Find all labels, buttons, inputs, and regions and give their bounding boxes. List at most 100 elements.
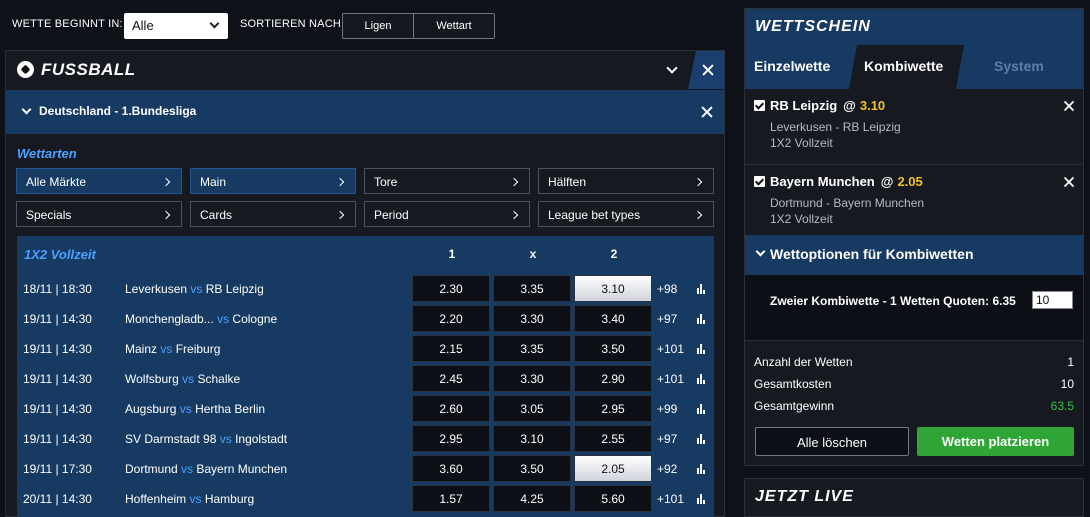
chevron-down-icon[interactable] <box>666 62 678 74</box>
odds-button-x[interactable]: 3.50 <box>493 455 571 482</box>
more-markets-link[interactable]: +92 <box>657 462 677 476</box>
start-filter-select[interactable]: Alle <box>124 13 228 39</box>
odds-button-2[interactable]: 2.95 <box>574 395 652 422</box>
chevron-right-icon <box>509 210 519 220</box>
table-row: 20/11 | 14:30 Hoffenheim vs Hamburg 1.57 4.… <box>17 483 714 513</box>
stats-icon[interactable] <box>697 284 706 294</box>
summary-label: Gesamtgewinn <box>754 399 835 413</box>
combo-options-title: Wettoptionen für Kombiwetten <box>770 246 974 262</box>
odds-button-x[interactable]: 3.05 <box>493 395 571 422</box>
bet-team: RB Leipzig <box>770 98 838 113</box>
remove-bet-icon[interactable] <box>1064 101 1075 112</box>
place-bets-button[interactable]: Wetten platzieren <box>917 427 1074 456</box>
odds-button-2[interactable]: 2.05 <box>574 455 652 482</box>
sort-ligen-button[interactable]: Ligen <box>342 13 414 39</box>
odds-button-1[interactable]: 2.20 <box>412 305 490 332</box>
odds-button-x[interactable]: 3.30 <box>493 365 571 392</box>
market-button[interactable]: League bet types <box>538 201 714 227</box>
more-markets-link[interactable]: +97 <box>657 312 677 326</box>
bet-fixture: Dortmund - Bayern Munchen <box>770 196 925 210</box>
market-button[interactable]: Hälften <box>538 168 714 194</box>
stake-input[interactable] <box>1032 291 1073 309</box>
stats-icon[interactable] <box>697 494 706 504</box>
bet-market: 1X2 Vollzeit <box>770 136 833 150</box>
chevron-right-icon <box>693 210 703 220</box>
more-markets-link[interactable]: +101 <box>657 342 684 356</box>
odds-button-1[interactable]: 2.60 <box>412 395 490 422</box>
stats-icon[interactable] <box>697 404 706 414</box>
odds-button-x[interactable]: 3.35 <box>493 275 571 302</box>
odds-button-1[interactable]: 3.60 <box>412 455 490 482</box>
table-row: 19/11 | 14:30 Mainz vs Freiburg 2.15 3.35 3.… <box>17 333 714 363</box>
more-markets-link[interactable]: +99 <box>657 402 677 416</box>
market-button[interactable]: Alle Märkte <box>16 168 182 194</box>
close-sport-button[interactable] <box>688 51 724 89</box>
match-teams[interactable]: Dortmund vs Bayern Munchen <box>125 462 287 476</box>
odds-button-1[interactable]: 1.57 <box>412 485 490 512</box>
odds-button-1[interactable]: 2.95 <box>412 425 490 452</box>
clear-all-button[interactable]: Alle löschen <box>755 427 909 456</box>
more-markets-link[interactable]: +97 <box>657 432 677 446</box>
sort-wettart-button[interactable]: Wettart <box>413 13 495 39</box>
market-label: Hälften <box>548 175 587 189</box>
remove-bet-icon[interactable] <box>1064 177 1075 188</box>
match-teams[interactable]: Augsburg vs Hertha Berlin <box>125 402 265 416</box>
tab-system[interactable]: System <box>994 45 1044 89</box>
close-league-icon[interactable] <box>701 106 713 118</box>
more-markets-link[interactable]: +98 <box>657 282 677 296</box>
bet-market: 1X2 Vollzeit <box>770 212 833 226</box>
odds-button-2[interactable]: 2.55 <box>574 425 652 452</box>
market-button[interactable]: Specials <box>16 201 182 227</box>
soccer-ball-icon <box>17 61 34 78</box>
tab-einzelwette[interactable]: Einzelwette <box>754 45 830 89</box>
market-label: Specials <box>26 208 72 222</box>
odds-button-x[interactable]: 3.30 <box>493 305 571 332</box>
sport-header[interactable]: FUSSBALL <box>6 51 724 89</box>
match-teams[interactable]: SV Darmstadt 98 vs Ingolstadt <box>125 432 287 446</box>
odds-button-1[interactable]: 2.30 <box>412 275 490 302</box>
live-panel[interactable]: JETZT LIVE <box>744 478 1084 517</box>
bet-checkbox[interactable] <box>754 100 765 111</box>
chevron-down-icon <box>755 246 766 257</box>
match-teams[interactable]: Hoffenheim vs Hamburg <box>125 492 254 506</box>
odds-button-1[interactable]: 2.15 <box>412 335 490 362</box>
home-team: Hoffenheim <box>125 492 187 506</box>
market-button[interactable]: Main <box>190 168 356 194</box>
more-markets-link[interactable]: +101 <box>657 372 684 386</box>
market-label: Tore <box>374 175 398 189</box>
market-button[interactable]: Cards <box>190 201 356 227</box>
tab-kombiwette[interactable]: Kombiwette <box>849 45 964 89</box>
odds-button-2[interactable]: 3.40 <box>574 305 652 332</box>
vs-label: vs <box>179 402 192 416</box>
odds-button-x[interactable]: 3.10 <box>493 425 571 452</box>
away-team: Hamburg <box>204 492 255 506</box>
stats-icon[interactable] <box>697 434 706 444</box>
market-button[interactable]: Period <box>364 201 530 227</box>
home-team: Augsburg <box>125 402 177 416</box>
bet-selection: RB Leipzig @3.10 Leverkusen - RB Leipzig … <box>745 89 1083 165</box>
vs-label: vs <box>189 492 202 506</box>
odds-button-2[interactable]: 3.10 <box>574 275 652 302</box>
stats-icon[interactable] <box>697 464 706 474</box>
stats-icon[interactable] <box>697 344 706 354</box>
match-teams[interactable]: Leverkusen vs RB Leipzig <box>125 282 264 296</box>
match-datetime: 19/11 | 14:30 <box>23 432 92 446</box>
odds-button-2[interactable]: 3.50 <box>574 335 652 362</box>
match-teams[interactable]: Wolfsburg vs Schalke <box>125 372 240 386</box>
odds-button-2[interactable]: 5.60 <box>574 485 652 512</box>
combo-options-header[interactable]: Wettoptionen für Kombiwetten <box>745 235 1083 275</box>
match-teams[interactable]: Monchengladb... vs Cologne <box>125 312 277 326</box>
market-label: Alle Märkte <box>26 175 87 189</box>
stats-icon[interactable] <box>697 314 706 324</box>
stats-icon[interactable] <box>697 374 706 384</box>
odds-button-2[interactable]: 2.90 <box>574 365 652 392</box>
bet-checkbox[interactable] <box>754 176 765 187</box>
more-markets-link[interactable]: +101 <box>657 492 684 506</box>
column-header-x: x <box>529 247 537 261</box>
odds-button-1[interactable]: 2.45 <box>412 365 490 392</box>
match-teams[interactable]: Mainz vs Freiburg <box>125 342 220 356</box>
market-button[interactable]: Tore <box>364 168 530 194</box>
odds-button-x[interactable]: 3.35 <box>493 335 571 362</box>
league-header[interactable]: Deutschland - 1.Bundesliga <box>6 90 724 134</box>
odds-button-x[interactable]: 4.25 <box>493 485 571 512</box>
